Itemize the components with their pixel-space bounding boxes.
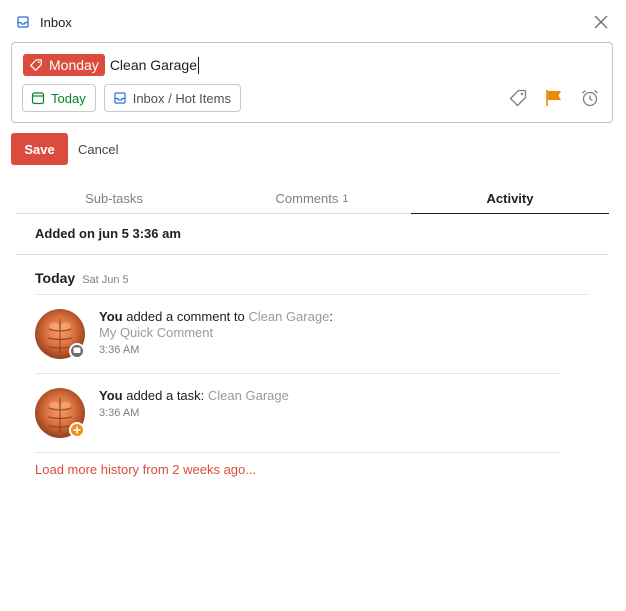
day-date: Sat Jun 5	[82, 274, 129, 286]
load-more-history-link[interactable]: Load more history from 2 weeks ago...	[35, 462, 256, 477]
close-icon[interactable]	[590, 11, 612, 33]
activity-action: added a comment to	[126, 309, 245, 324]
divider	[35, 373, 561, 374]
text-caret	[197, 56, 199, 74]
due-date-label: Today	[51, 90, 86, 106]
date-chip[interactable]: Monday	[23, 54, 105, 76]
task-editor[interactable]: Monday Clean Garage Today Inbox / Hot It…	[11, 42, 613, 123]
label-icon[interactable]	[508, 88, 528, 108]
activity-text: You added a task: Clean Garage 3:36 AM	[99, 388, 289, 421]
inbox-icon	[113, 91, 127, 105]
save-button[interactable]: Save	[11, 133, 68, 165]
divider	[15, 254, 609, 255]
tab-label: Activity	[486, 191, 534, 206]
reminder-alarm-icon[interactable]	[580, 88, 600, 108]
comments-count-badge: 1	[342, 192, 349, 205]
detail-tabs: Sub-tasks Comments 1 Activity	[15, 184, 609, 214]
project-title: Inbox	[40, 14, 72, 30]
task-link[interactable]: Clean Garage	[248, 309, 329, 324]
date-chip-label: Monday	[49, 57, 99, 73]
actor-name: You	[99, 309, 123, 324]
activity-action: added a task:	[126, 388, 205, 403]
due-date-button[interactable]: Today	[22, 84, 96, 112]
tab-label: Sub-tasks	[85, 191, 143, 206]
inbox-icon	[16, 15, 30, 29]
activity-suffix: :	[329, 309, 333, 324]
added-on-text: Added on jun 5 3:36 am	[35, 226, 181, 241]
activity-item: You added a task: Clean Garage 3:36 AM	[35, 388, 561, 440]
tab-comments[interactable]: Comments 1	[213, 184, 411, 213]
task-input-line[interactable]: Monday Clean Garage	[23, 53, 199, 77]
tab-activity[interactable]: Activity	[411, 184, 609, 214]
project-button[interactable]: Inbox / Hot Items	[103, 84, 241, 112]
task-name-text: Clean Garage	[109, 57, 197, 73]
project-label: Inbox / Hot Items	[132, 90, 231, 106]
calendar-icon	[31, 91, 45, 105]
activity-text: You added a comment to Clean Garage: My …	[99, 309, 333, 358]
task-link[interactable]: Clean Garage	[208, 388, 289, 403]
divider	[35, 294, 589, 295]
activity-item: You added a comment to Clean Garage: My …	[35, 309, 561, 373]
tab-subtasks[interactable]: Sub-tasks	[15, 184, 213, 213]
priority-flag-icon[interactable]	[544, 88, 564, 108]
activity-time: 3:36 AM	[99, 344, 140, 356]
day-heading: Today Sat Jun 5	[35, 270, 129, 286]
activity-time: 3:36 AM	[99, 407, 140, 419]
tab-label: Comments	[275, 191, 339, 206]
divider	[35, 452, 561, 453]
tag-icon	[29, 58, 43, 72]
comment-icon	[69, 343, 85, 359]
comment-text: My Quick Comment	[99, 325, 214, 340]
modal-header: Inbox	[16, 12, 612, 32]
cancel-button[interactable]: Cancel	[78, 133, 118, 165]
day-label: Today	[35, 270, 76, 286]
actor-name: You	[99, 388, 123, 403]
plus-icon	[69, 422, 85, 438]
